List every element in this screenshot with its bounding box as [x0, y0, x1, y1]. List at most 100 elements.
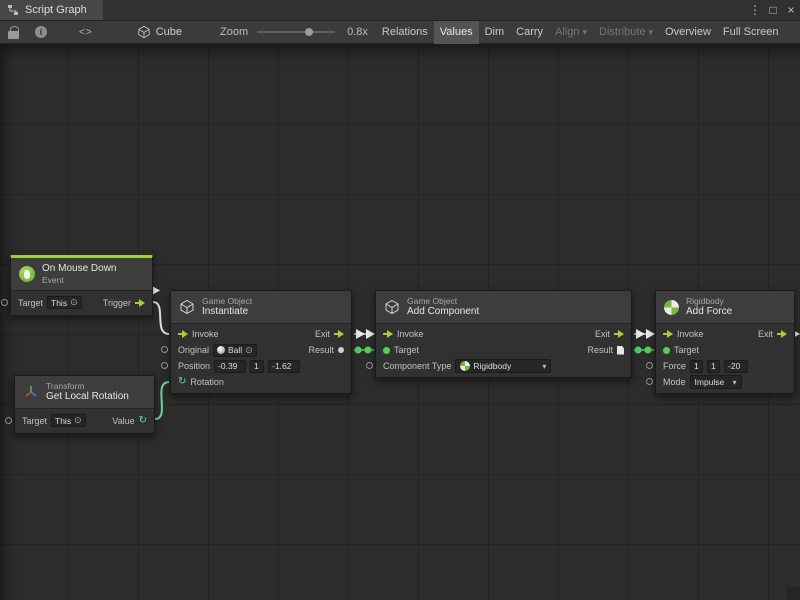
force-label: Force: [663, 361, 686, 371]
force-input-port[interactable]: [646, 362, 653, 369]
align-button[interactable]: Align▾: [549, 21, 593, 44]
force-x-field[interactable]: 1: [690, 360, 703, 373]
carry-button[interactable]: Carry: [510, 21, 549, 44]
row-target-trigger: Target This ⊙ Trigger: [11, 293, 152, 312]
rotation-input-port[interactable]: ↻: [178, 377, 186, 387]
chip-label: Ball: [228, 345, 242, 355]
graph-target-cube[interactable]: Cube: [156, 26, 182, 38]
graph-canvas[interactable]: On Mouse Down Event Target This ⊙ Trigge…: [0, 44, 800, 600]
node-on-mouse-down[interactable]: On Mouse Down Event Target This ⊙ Trigge…: [10, 255, 153, 316]
tab-script-graph[interactable]: Script Graph: [0, 0, 103, 20]
object-picker-icon[interactable]: ⊙: [245, 346, 253, 355]
chip-label: This: [51, 298, 67, 308]
node-instantiate-header[interactable]: Game Object Instantiate: [171, 291, 351, 324]
mode-dropdown[interactable]: Impulse ▾: [690, 375, 742, 389]
position-x-field[interactable]: -0.39: [214, 360, 246, 373]
ball-icon: [217, 346, 225, 354]
zoom-slider[interactable]: [257, 25, 335, 39]
invoke-label: Invoke: [192, 329, 219, 339]
overview-button[interactable]: Overview: [659, 21, 717, 44]
mode-input-port[interactable]: [646, 378, 653, 385]
titlebar-drag-area[interactable]: [103, 0, 746, 20]
target-input-port[interactable]: [663, 347, 670, 354]
distribute-button[interactable]: Distribute▾: [593, 21, 659, 44]
node-category: Game Object: [202, 296, 252, 306]
component-type-dropdown[interactable]: Rigidbody ▾: [455, 359, 551, 373]
row-component-type: Component Type Rigidbody ▾: [376, 358, 631, 374]
exit-output-port[interactable]: [777, 330, 787, 338]
exit-label: Exit: [595, 329, 610, 339]
force-z-field[interactable]: -20: [724, 360, 748, 373]
chevron-down-icon: ▾: [542, 362, 546, 371]
row-invoke-exit: Invoke Exit: [376, 326, 631, 342]
resize-grip[interactable]: [787, 587, 800, 600]
node-category: Rigidbody: [686, 296, 732, 306]
component-result-port[interactable]: [617, 346, 624, 355]
script-graph-icon: [7, 4, 19, 16]
maximize-icon[interactable]: □: [764, 0, 782, 20]
original-object-chip[interactable]: Ball ⊙: [213, 344, 257, 357]
node-on-mouse-down-header[interactable]: On Mouse Down Event: [11, 258, 152, 291]
target-input-port[interactable]: [1, 299, 8, 306]
relations-button[interactable]: Relations: [376, 21, 434, 44]
full-screen-button[interactable]: Full Screen: [717, 21, 785, 44]
node-titles: Transform Get Local Rotation: [46, 381, 129, 403]
chevron-down-icon: ▾: [649, 27, 654, 38]
target-object-chip[interactable]: This ⊙: [47, 296, 82, 309]
row-target: Target: [656, 342, 794, 358]
row-original-result: Original Ball ⊙ Result: [171, 342, 351, 358]
result-output-port[interactable]: [338, 347, 344, 353]
dim-button[interactable]: Dim: [479, 21, 511, 44]
code-icon[interactable]: [79, 27, 93, 38]
values-button[interactable]: Values: [434, 21, 479, 44]
window-menu-icon[interactable]: ⋮: [746, 0, 764, 20]
component-type-input-port[interactable]: [366, 362, 373, 369]
node-title: Get Local Rotation: [46, 391, 129, 403]
target-object-chip[interactable]: This ⊙: [51, 414, 86, 427]
lock-icon[interactable]: [8, 31, 19, 39]
mode-label: Mode: [663, 377, 686, 387]
original-input-port[interactable]: [161, 346, 168, 353]
zoom-slider-track[interactable]: [257, 31, 335, 33]
invoke-label: Invoke: [677, 329, 704, 339]
node-add-component[interactable]: Game Object Add Component Invoke Exit Ta…: [375, 290, 632, 378]
node-add-force[interactable]: Rigidbody Add Force Invoke Exit Target: [655, 290, 795, 394]
node-body: Target This ⊙ Trigger: [11, 291, 152, 315]
target-input-port[interactable]: [5, 417, 12, 424]
rotation-output-port[interactable]: ↻: [139, 416, 147, 426]
node-title: Add Force: [686, 306, 732, 318]
target-label: Target: [18, 298, 43, 308]
rigidbody-icon: [460, 361, 470, 371]
position-input-port[interactable]: [161, 362, 168, 369]
invoke-input-port[interactable]: [178, 330, 188, 338]
node-instantiate[interactable]: Game Object Instantiate Invoke Exit Orig…: [170, 290, 352, 394]
row-target-value: Target This ⊙ Value ↻: [15, 411, 154, 430]
trigger-output-port[interactable]: [135, 299, 145, 307]
node-body: Invoke Exit Target Result Component Type: [376, 324, 631, 377]
object-picker-icon[interactable]: ⊙: [74, 416, 82, 425]
force-y-field[interactable]: 1: [707, 360, 720, 373]
target-input-port[interactable]: [383, 347, 390, 354]
node-get-local-rotation[interactable]: Transform Get Local Rotation Target This…: [14, 375, 155, 434]
node-add-force-header[interactable]: Rigidbody Add Force: [656, 291, 794, 324]
position-z-field[interactable]: -1.62: [268, 360, 300, 373]
zoom-slider-knob[interactable]: [305, 28, 313, 36]
position-label: Position: [178, 361, 210, 371]
invoke-input-port[interactable]: [383, 330, 393, 338]
object-picker-icon[interactable]: ⊙: [70, 298, 78, 307]
zoom-value: 0.8x: [347, 26, 368, 38]
node-get-local-rotation-header[interactable]: Transform Get Local Rotation: [15, 376, 154, 409]
close-icon[interactable]: ×: [782, 0, 800, 20]
row-force: Force 1 1 -20: [656, 358, 794, 374]
position-y-field[interactable]: 1: [250, 360, 264, 373]
invoke-input-port[interactable]: [663, 330, 673, 338]
exit-output-port[interactable]: [614, 330, 624, 338]
info-icon[interactable]: [35, 26, 47, 38]
exit-output-port[interactable]: [334, 330, 344, 338]
mouse-shape: [24, 270, 30, 279]
game-object-icon: [179, 299, 195, 315]
rotation-label: Rotation: [190, 377, 224, 387]
transform-icon: [23, 384, 39, 400]
node-add-component-header[interactable]: Game Object Add Component: [376, 291, 631, 324]
row-mode: Mode Impulse ▾: [656, 374, 794, 390]
